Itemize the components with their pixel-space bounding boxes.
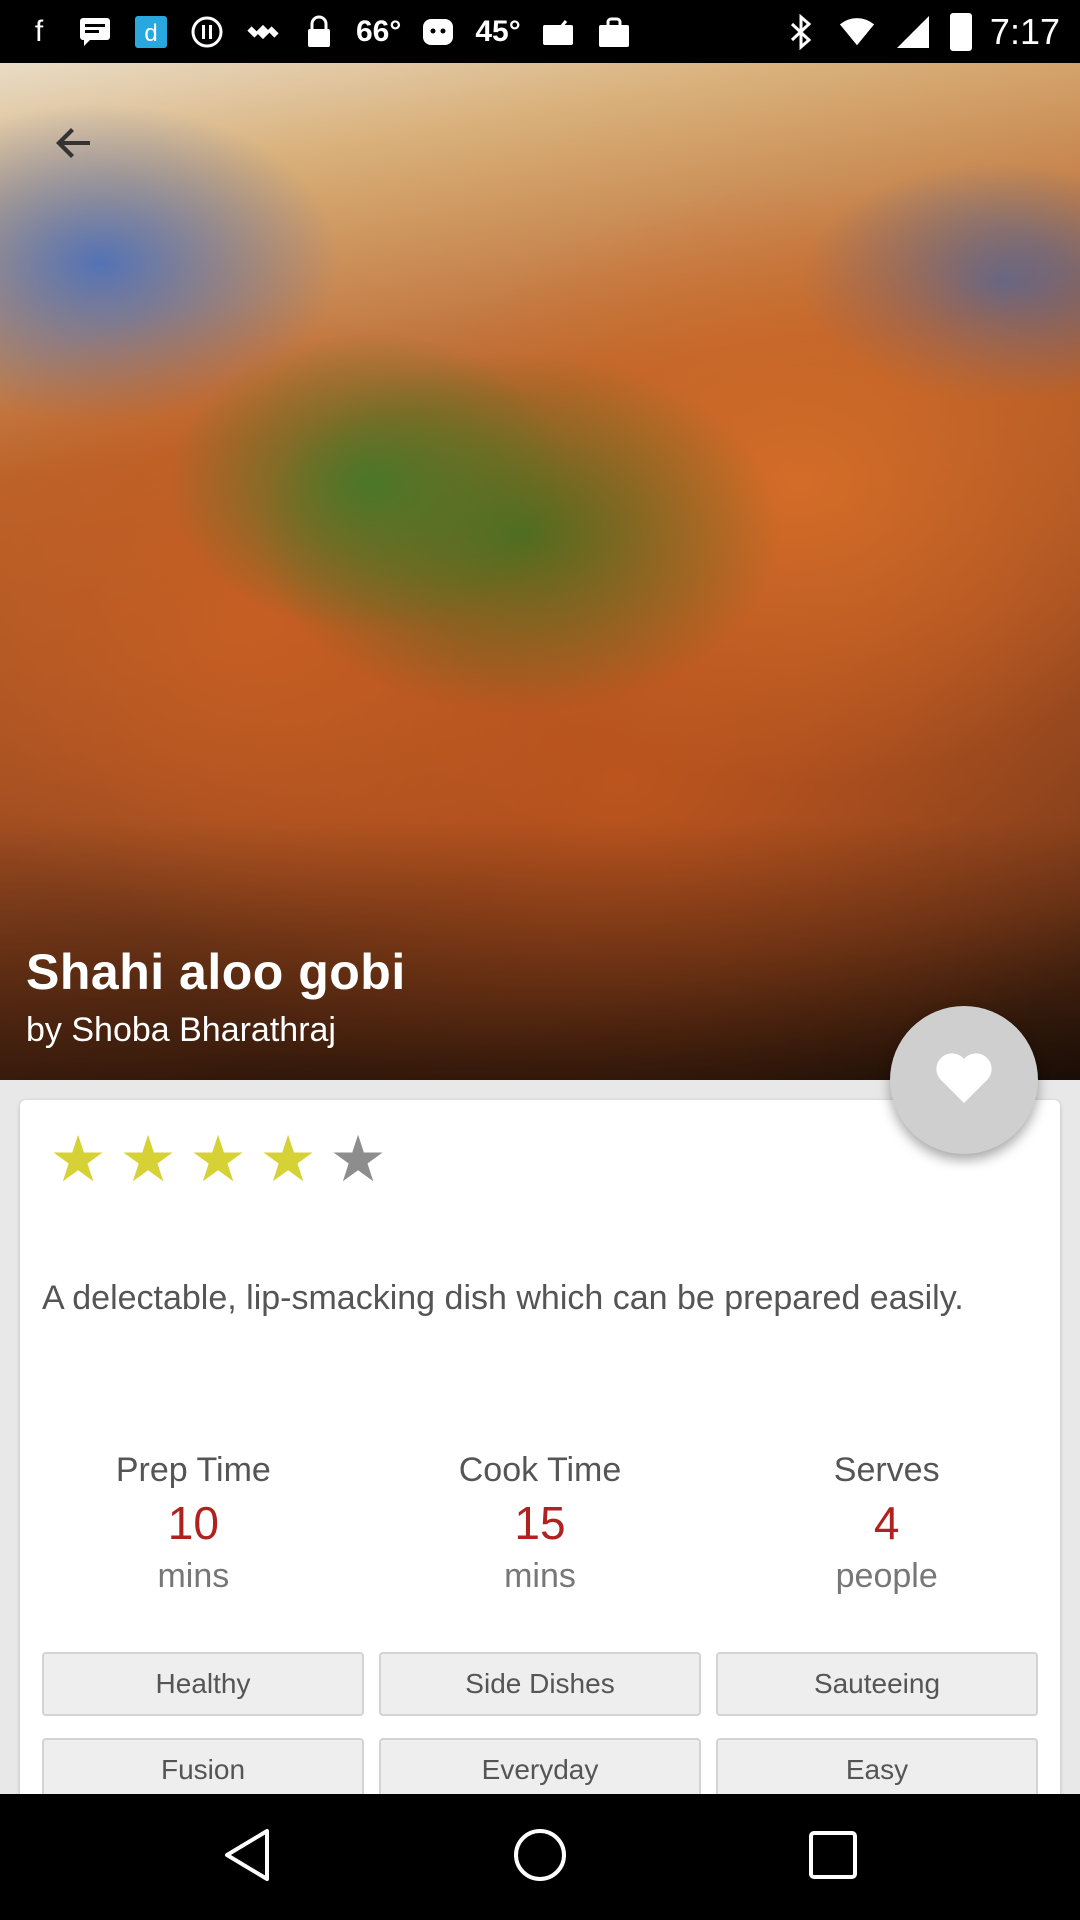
star-icon[interactable]: ★ bbox=[326, 1120, 390, 1198]
stat-cook-time: Cook Time 15 mins bbox=[367, 1445, 714, 1601]
stat-value: 15 bbox=[514, 1497, 566, 1549]
message-icon bbox=[76, 13, 114, 51]
svg-text:d: d bbox=[144, 20, 157, 47]
recipe-stats: Prep Time 10 mins Cook Time 15 mins Serv… bbox=[20, 1445, 1060, 1601]
stat-label: Prep Time bbox=[115, 1451, 271, 1489]
app-d-icon: d bbox=[132, 13, 170, 51]
lock-icon bbox=[300, 13, 338, 51]
favorite-button[interactable] bbox=[890, 1006, 1038, 1154]
star-icon[interactable]: ★ bbox=[256, 1120, 320, 1198]
stat-value: 4 bbox=[873, 1497, 900, 1549]
stat-label: Cook Time bbox=[458, 1451, 622, 1489]
status-time: 7:17 bbox=[989, 10, 1060, 52]
bluetooth-icon bbox=[782, 13, 820, 51]
status-bar: f d 66° 45° 7:17 bbox=[0, 0, 1080, 63]
inbox-check-icon bbox=[539, 13, 577, 51]
circle-home-icon bbox=[512, 1827, 568, 1888]
arrow-left-icon bbox=[50, 119, 98, 172]
stat-unit: mins bbox=[157, 1557, 230, 1595]
tag-fusion[interactable]: Fusion bbox=[42, 1738, 364, 1802]
temperature-2: 45° bbox=[475, 14, 521, 48]
nav-home-button[interactable] bbox=[490, 1807, 590, 1907]
recipe-tags: Healthy Side Dishes Sauteeing Fusion Eve… bbox=[42, 1652, 1038, 1802]
recipe-screen: f d 66° 45° 7:17 Shahi aloo gobi by Shob… bbox=[0, 0, 1080, 1920]
system-icons: 7:17 bbox=[782, 11, 1060, 53]
stat-serves: Serves 4 people bbox=[713, 1445, 1060, 1601]
heart-icon bbox=[934, 1051, 994, 1110]
nav-back-button[interactable] bbox=[197, 1807, 297, 1907]
square-recents-icon bbox=[807, 1829, 859, 1886]
recipe-title: Shahi aloo gobi bbox=[26, 944, 406, 1000]
facebook-icon: f bbox=[34, 14, 44, 48]
tag-sauteeing[interactable]: Sauteeing bbox=[716, 1652, 1038, 1716]
star-icon[interactable]: ★ bbox=[46, 1120, 110, 1198]
recipe-description: A delectable, lip-smacking dish which ca… bbox=[42, 1279, 964, 1317]
tag-everyday[interactable]: Everyday bbox=[379, 1738, 701, 1802]
stat-unit: people bbox=[835, 1557, 938, 1595]
star-icon[interactable]: ★ bbox=[116, 1120, 180, 1198]
temperature-1: 66° bbox=[356, 14, 402, 48]
stat-label: Serves bbox=[833, 1451, 940, 1489]
rating-stars[interactable]: ★ ★ ★ ★ ★ bbox=[46, 1120, 390, 1198]
tag-easy[interactable]: Easy bbox=[716, 1738, 1038, 1802]
app-bear-icon bbox=[419, 13, 457, 51]
stat-prep-time: Prep Time 10 mins bbox=[20, 1445, 367, 1601]
pause-circle-icon bbox=[188, 13, 226, 51]
stat-value: 10 bbox=[167, 1497, 219, 1549]
battery-icon bbox=[949, 12, 972, 51]
triangle-back-icon bbox=[219, 1825, 275, 1890]
tag-side-dishes[interactable]: Side Dishes bbox=[379, 1652, 701, 1716]
nav-recents-button[interactable] bbox=[783, 1807, 883, 1907]
wifi-icon bbox=[838, 13, 876, 51]
tag-healthy[interactable]: Healthy bbox=[42, 1652, 364, 1716]
notification-icons: f d 66° 45° bbox=[20, 13, 633, 51]
recipe-photo: Shahi aloo gobi by Shoba Bharathraj bbox=[0, 63, 1080, 1080]
star-icon[interactable]: ★ bbox=[186, 1120, 250, 1198]
system-navigation-bar bbox=[0, 1794, 1080, 1920]
stat-unit: mins bbox=[504, 1557, 576, 1595]
signal-icon bbox=[894, 13, 932, 51]
shopping-bag-icon bbox=[595, 13, 633, 51]
fake-gps-icon bbox=[244, 13, 282, 51]
recipe-author[interactable]: by Shoba Bharathraj bbox=[26, 1011, 336, 1050]
back-button[interactable] bbox=[42, 113, 106, 177]
